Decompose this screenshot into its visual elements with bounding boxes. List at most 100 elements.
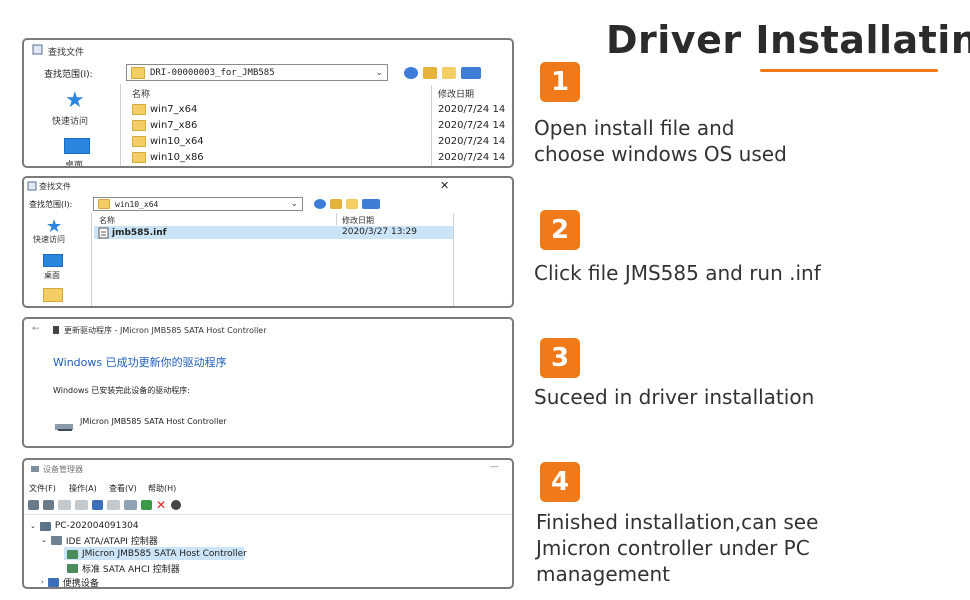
back-icon[interactable] (314, 199, 326, 209)
folder-icon (132, 136, 146, 147)
step-1-text: Open install file and choose windows OS … (534, 116, 787, 166)
desktop-icon[interactable] (64, 138, 90, 154)
new-folder-icon[interactable] (346, 199, 358, 209)
step-3-badge: 3 (540, 338, 580, 378)
view-menu-icon[interactable] (461, 67, 481, 79)
folder-icon (132, 104, 146, 115)
window-title: 查找文件 (39, 182, 71, 191)
desktop-label[interactable]: 桌面 (65, 158, 83, 166)
file-date: 2020/3/27 13:29 (342, 227, 417, 237)
desktop-icon[interactable] (43, 254, 63, 267)
uninstall-icon[interactable]: ✕ (156, 499, 167, 511)
column-date[interactable]: 修改日期 (438, 87, 474, 100)
column-date[interactable]: 修改日期 (342, 215, 374, 226)
tree-jmicron[interactable]: JMicron JMB585 SATA Host Controller (67, 547, 247, 561)
success-headline: Windows 已成功更新你的驱动程序 (53, 356, 227, 369)
column-name[interactable]: 名称 (132, 87, 150, 100)
window-title: 查找文件 (48, 48, 85, 58)
help-icon[interactable] (92, 500, 103, 510)
collapse-icon: › (41, 578, 44, 586)
screenshot-1: 查找文件 查找范围(I): DRI-00000003_for_JMB585 ⌄ … (22, 38, 514, 168)
inf-file-icon (98, 227, 109, 238)
minimize-button[interactable]: — (490, 462, 499, 472)
chevron-down-icon: ⌄ (375, 67, 383, 78)
window-title: 设备管理器 (43, 465, 83, 474)
file-name: jmb585.inf (112, 227, 167, 238)
add-driver-icon[interactable] (141, 500, 152, 510)
folder-icon (131, 66, 145, 79)
screenshot-2: 查找文件 ✕ 查找范围(I): win10_x64 ⌄ ★ 快速访问 桌面 名称… (22, 176, 514, 308)
look-in-label: 查找范围(I): (29, 200, 73, 209)
toolbar (404, 67, 481, 79)
back-icon[interactable] (28, 500, 39, 510)
desktop-label[interactable]: 桌面 (44, 270, 60, 281)
back-icon[interactable] (404, 67, 418, 79)
controller-card-icon (55, 424, 73, 431)
look-in-dropdown[interactable]: DRI-00000003_for_JMB585 ⌄ (126, 64, 388, 81)
up-folder-icon[interactable] (330, 199, 342, 209)
properties-icon[interactable] (58, 500, 71, 510)
title-underline (760, 69, 938, 72)
computer-icon (39, 521, 51, 531)
chevron-down-icon: ⌄ (290, 199, 298, 209)
up-folder-icon[interactable] (423, 67, 437, 79)
toolbar: ✕ (28, 499, 181, 511)
folder-icon (98, 199, 110, 209)
list-item[interactable]: win7_x64 (132, 102, 197, 117)
tree-portable[interactable]: › 便携设备 (41, 575, 99, 587)
ide-icon (50, 535, 62, 545)
device-manager-icon (31, 466, 39, 472)
list-item-date: 2020/7/24 14 (438, 152, 506, 163)
window-icon (27, 181, 37, 191)
expand-icon: ⌄ (30, 522, 36, 530)
quick-access-label[interactable]: 快速访问 (33, 234, 65, 245)
success-subline: Windows 已安装完此设备的驱动程序: (53, 386, 190, 395)
step-4-text: Finished installation,can see Jmicron co… (536, 510, 819, 586)
window-title: 更新驱动程序 - JMicron JMB585 SATA Host Contro… (64, 326, 267, 335)
device-name: JMicron JMB585 SATA Host Controller (80, 417, 227, 426)
menu-help[interactable]: 帮助(H) (148, 483, 176, 494)
step-1-badge: 1 (540, 62, 580, 102)
monitor-icon[interactable] (124, 500, 137, 510)
quick-access-icon[interactable]: ★ (65, 90, 85, 112)
folder-icon (132, 152, 146, 163)
tree-ide[interactable]: ⌄ IDE ATA/ATAPI 控制器 (41, 533, 158, 547)
look-in-value: DRI-00000003_for_JMB585 (150, 67, 275, 78)
update-icon[interactable] (75, 500, 88, 510)
back-arrow-icon[interactable]: ← (32, 324, 40, 334)
quick-access-label[interactable]: 快速访问 (52, 114, 88, 127)
menu-file[interactable]: 文件(F) (29, 483, 56, 494)
step-2-badge: 2 (540, 210, 580, 250)
controller-icon (67, 563, 78, 573)
forward-icon[interactable] (43, 500, 54, 510)
scan-icon[interactable] (171, 500, 181, 510)
screenshot-3: ← 更新驱动程序 - JMicron JMB585 SATA Host Cont… (22, 317, 514, 448)
portable-device-icon (47, 577, 59, 587)
new-folder-icon[interactable] (442, 67, 456, 79)
toolbar (314, 199, 380, 209)
screenshot-4: 设备管理器 — 文件(F) 操作(A) 查看(V) 帮助(H) ✕ ⌄ PC-20… (22, 458, 514, 589)
list-item-date: 2020/7/24 14 (438, 120, 506, 131)
list-item[interactable]: win7_x86 (132, 118, 197, 133)
controller-icon (67, 549, 78, 559)
window-icon (32, 44, 43, 55)
list-item[interactable]: win10_x64 (132, 134, 204, 149)
expand-icon: ⌄ (41, 536, 47, 544)
file-row[interactable]: jmb585.inf (98, 225, 167, 240)
look-in-dropdown[interactable]: win10_x64 ⌄ (93, 197, 303, 211)
page-title: Driver Installatin (606, 18, 970, 62)
list-item[interactable]: win10_x86 (132, 150, 204, 165)
close-button[interactable]: ✕ (440, 179, 449, 192)
view-icon[interactable] (107, 500, 120, 510)
step-4-badge: 4 (540, 462, 580, 502)
menu-view[interactable]: 查看(V) (109, 483, 137, 494)
tree-ahci[interactable]: 标准 SATA AHCI 控制器 (67, 561, 180, 575)
folder-icon[interactable] (43, 288, 63, 302)
device-icon (53, 326, 59, 334)
list-item-date: 2020/7/24 14 (438, 104, 506, 115)
step-3-text: Suceed in driver installation (534, 385, 815, 409)
view-menu-icon[interactable] (362, 199, 380, 209)
tree-root[interactable]: ⌄ PC-202004091304 (30, 519, 139, 533)
menu-action[interactable]: 操作(A) (69, 483, 97, 494)
step-2-text: Click file JMS585 and run .inf (534, 261, 821, 285)
